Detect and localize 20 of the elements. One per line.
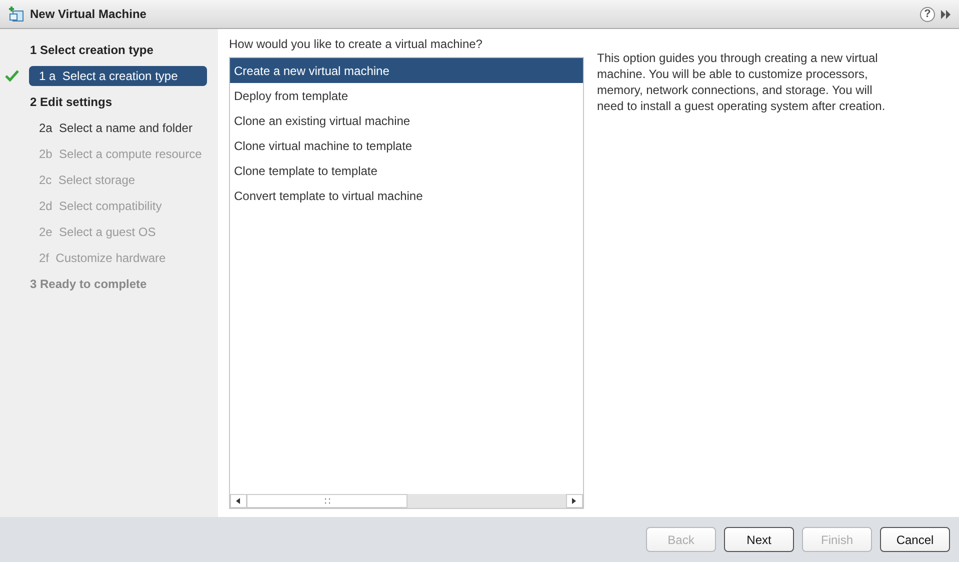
step-section: 3 Ready to complete: [30, 277, 147, 291]
option-item[interactable]: Convert template to virtual machine: [230, 183, 583, 208]
option-item[interactable]: Deploy from template: [230, 83, 583, 108]
option-item[interactable]: Clone virtual machine to template: [230, 133, 583, 158]
question-label: How would you like to create a virtual machine?: [229, 37, 484, 51]
next-button[interactable]: Next: [724, 527, 794, 552]
option-item[interactable]: Create a new virtual machine: [230, 58, 583, 83]
option-description: This option guides you through creating a new virtual machine. You will be able to customize processors, memory, network connections, and storage. You will need to install a guest operating system after creation.: [597, 50, 886, 115]
step-section: 2 Edit settings: [30, 95, 112, 109]
virtual-machine-icon: [8, 6, 24, 22]
step-item[interactable]: 2a Select a name and folder: [29, 118, 207, 138]
option-item[interactable]: Clone an existing virtual machine: [230, 108, 583, 133]
step-section: 1 Select creation type: [30, 43, 154, 57]
cancel-button[interactable]: Cancel: [880, 527, 950, 552]
step-item[interactable]: 1 a Select a creation type: [29, 66, 207, 86]
window-title: New Virtual Machine: [30, 7, 148, 21]
double-chevron-icon[interactable]: [941, 10, 951, 18]
help-button[interactable]: ?: [920, 6, 935, 22]
option-item[interactable]: Clone template to template: [230, 158, 583, 183]
horizontal-scrollbar[interactable]: [230, 494, 583, 508]
